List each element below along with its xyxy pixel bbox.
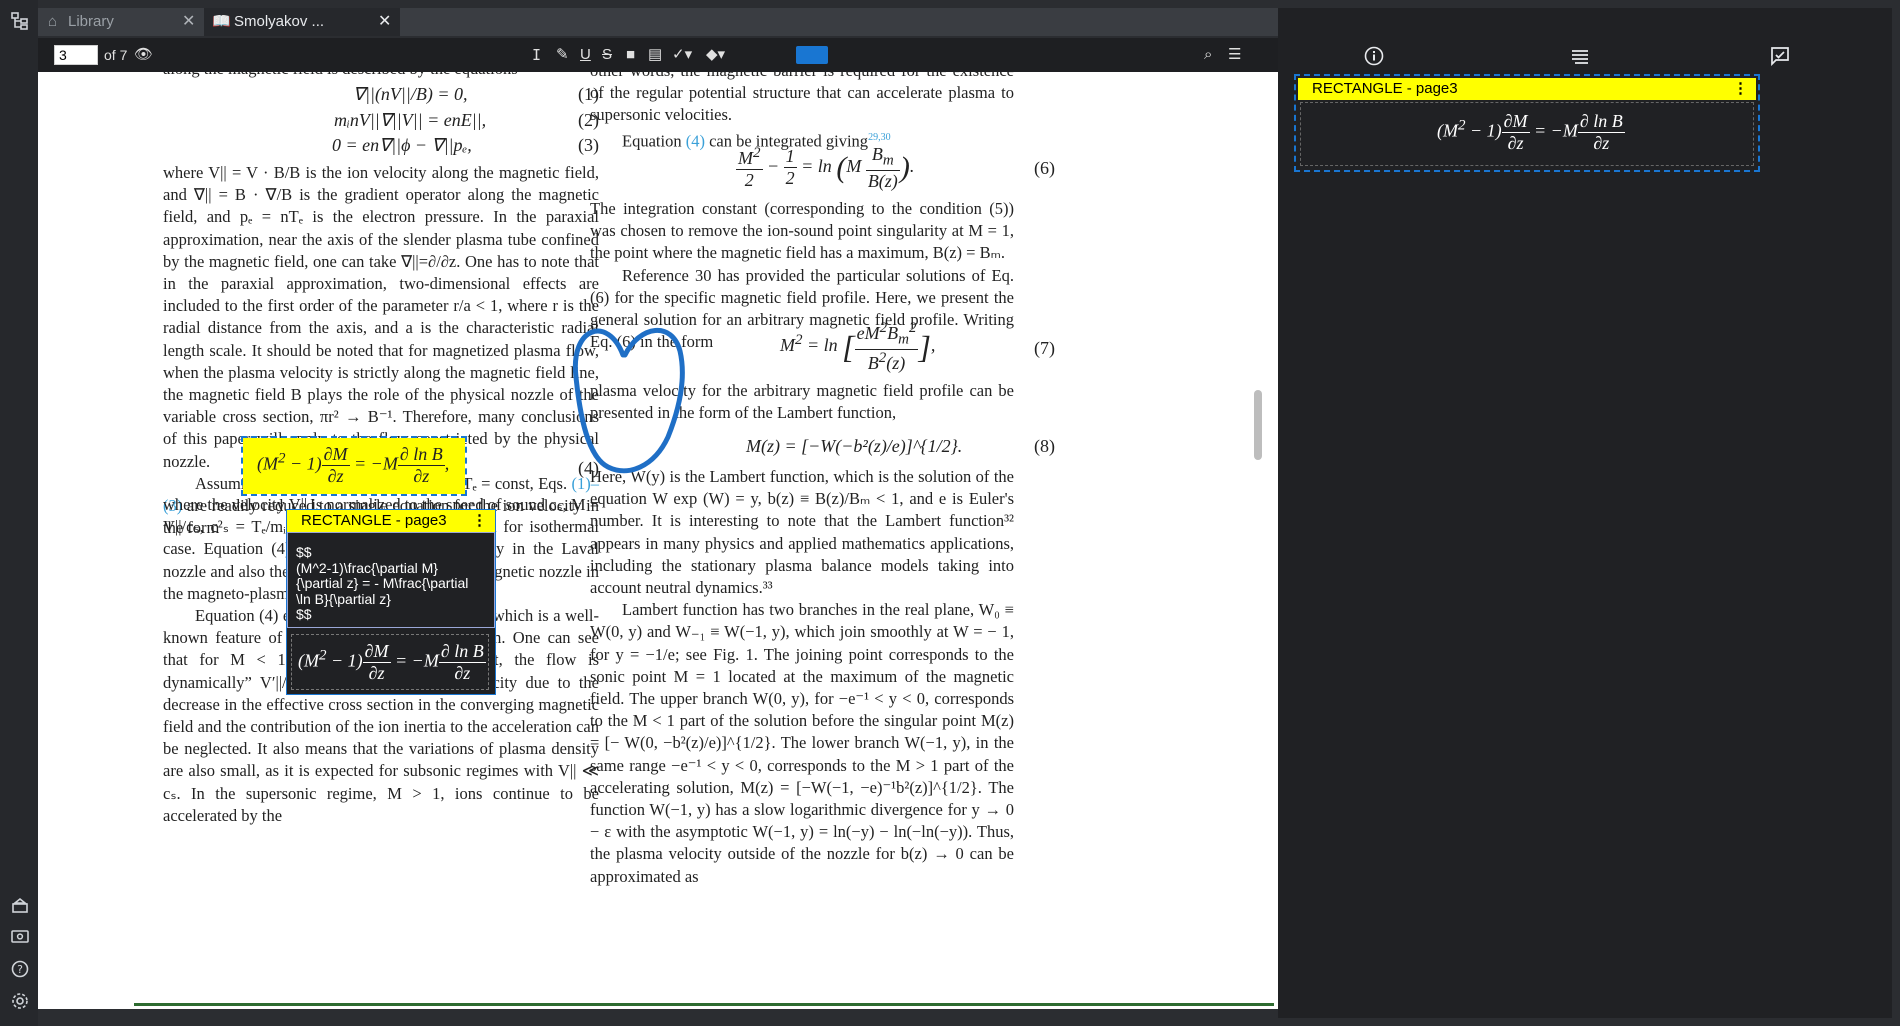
settings-icon[interactable] xyxy=(11,992,29,1010)
annotation-title: RECTANGLE - page3 xyxy=(301,512,447,529)
annotation-card-title: RECTANGLE - page3 xyxy=(1312,80,1458,97)
more-vert-icon[interactable]: ⋮ xyxy=(472,513,487,529)
paragraph-text: other words, the magnetic barrier is req… xyxy=(590,72,1014,125)
help-icon[interactable]: ? xyxy=(11,960,29,978)
comment-icon[interactable] xyxy=(1770,46,1790,70)
annotation-popup[interactable]: RECTANGLE - page3 ⋮ $$ (M^2-1)\frac{\par… xyxy=(286,509,496,695)
annotation-card-body: (M2 − 1) ∂M ∂z = −M ∂ ln B ∂z xyxy=(1300,102,1754,166)
equation-2: mᵢnV||∇||V|| = enE||, xyxy=(334,110,487,130)
latex-line: \ln B}{\partial z} xyxy=(296,590,391,607)
close-icon[interactable]: ✕ xyxy=(182,8,195,36)
rendered-equation: (M2 − 1) ∂M ∂z = −M ∂ ln B ∂z xyxy=(298,641,486,683)
latex-preview: (M2 − 1) ∂M ∂z = −M ∂ ln B ∂z xyxy=(291,634,489,690)
list-icon[interactable]: ☰ xyxy=(1228,46,1241,64)
latex-line: (M^2-1)\frac{\partial M} xyxy=(296,559,438,576)
paragraph-text: The integration constant (corresponding … xyxy=(590,199,1014,263)
annotation-card-header[interactable]: RECTANGLE - page3 ⋮ xyxy=(1298,78,1756,100)
equation-1: ∇||(nV||/B) = 0, xyxy=(353,84,468,104)
note-icon[interactable]: ▤ xyxy=(648,46,662,64)
latex-line: $$ xyxy=(296,544,312,560)
rectangle-icon[interactable]: ■ xyxy=(626,46,635,64)
svg-text:?: ? xyxy=(17,963,23,976)
equation-number: (8) xyxy=(1034,436,1055,456)
display-icon[interactable] xyxy=(11,928,29,946)
toolbar: of 7 👁 I ✎ U S ■ ▤ ✓▾ ◆▾ ⌕ ☰ xyxy=(38,38,1278,72)
equation-number: (6) xyxy=(1034,158,1055,178)
citation-link[interactable]: 29,30 xyxy=(868,132,891,143)
underline-icon[interactable]: U xyxy=(580,46,591,64)
scrollbar[interactable] xyxy=(1254,390,1262,460)
rendered-equation: (M2 − 1) ∂M ∂z = −M ∂ ln B ∂z xyxy=(1437,111,1625,153)
search-icon[interactable]: ⌕ xyxy=(1204,46,1212,64)
pen-icon[interactable]: ✎ xyxy=(556,46,569,64)
eraser-icon[interactable]: ◆▾ xyxy=(706,46,725,64)
outline-icon[interactable] xyxy=(1570,46,1590,70)
color-picker-button[interactable] xyxy=(796,46,828,64)
eye-icon[interactable]: 👁 xyxy=(134,46,153,64)
paragraph-text: where V|| = V · B/B is the ion velocity … xyxy=(163,163,599,471)
equation-3: 0 = en∇||ϕ − ∇||pₑ, xyxy=(332,135,472,155)
book-icon: 📖 xyxy=(212,13,231,30)
paragraph-text: Lambert function has two branches in the… xyxy=(590,600,1014,886)
tab-label: Smolyakov ... xyxy=(234,13,325,30)
equation-4: (M2 − 1) ∂M ∂z = −M ∂ ln B ∂z, xyxy=(257,444,450,486)
progress-bar xyxy=(134,1003,1274,1006)
paragraph: Here, W(y) is the Lambert function, whic… xyxy=(590,466,1014,888)
sidebar-tree-icon[interactable] xyxy=(11,12,29,30)
close-icon[interactable]: ✕ xyxy=(378,8,391,36)
tab-library[interactable]: ⌂ Library ✕ xyxy=(38,8,204,36)
home-icon: ⌂ xyxy=(48,13,58,30)
ink-drawing[interactable] xyxy=(568,317,708,482)
info-icon[interactable] xyxy=(1364,46,1384,70)
more-vert-icon[interactable]: ⋮ xyxy=(1733,81,1748,97)
check-icon[interactable]: ✓▾ xyxy=(672,46,692,64)
tab-bar: ⌂ Library ✕ 📖 Smolyakov ... ✕ xyxy=(38,8,1278,36)
gift-icon[interactable] xyxy=(11,896,29,914)
equation-7: M2 = ln [eM2Bm2 B2(z)], xyxy=(780,320,936,373)
tab-label: Library xyxy=(68,13,114,30)
tab-document[interactable]: 📖 Smolyakov ... ✕ xyxy=(204,8,400,36)
text-run: Equation xyxy=(622,131,686,151)
highlight-rectangle[interactable]: (M2 − 1) ∂M ∂z = −M ∂ ln B ∂z, xyxy=(241,436,467,496)
left-rail: ? xyxy=(0,0,38,1026)
annotations-panel: RECTANGLE - page3 ⋮ (M2 − 1) ∂M ∂z = −M ∂ l… xyxy=(1278,8,1892,1018)
page-total: of 7 xyxy=(104,47,128,63)
latex-line: {\partial z} = - M\frac{\partial xyxy=(296,575,469,591)
annotation-card[interactable]: RECTANGLE - page3 ⋮ (M2 − 1) ∂M ∂z = −M ∂ l… xyxy=(1294,74,1760,172)
equation-number: (7) xyxy=(1034,338,1055,358)
equation-8: M(z) = [−W(−b²(z)/e)]^{1/2}. xyxy=(746,436,963,456)
equation-6: M2 2 − 12 = ln (M Bm B(z)). xyxy=(736,144,915,191)
paragraph: other words, the magnetic barrier is req… xyxy=(590,72,1014,152)
page-number-input[interactable] xyxy=(54,45,98,65)
latex-line: $$ xyxy=(296,606,312,622)
equation-link[interactable]: (4) xyxy=(686,131,705,150)
strikethrough-icon[interactable]: S xyxy=(602,46,612,64)
document-viewer[interactable]: along the magnetic field is described by… xyxy=(38,72,1278,1009)
text-line: along the magnetic field is described by… xyxy=(163,72,599,80)
latex-editor[interactable]: $$ (M^2-1)\frac{\partial M} {\partial z}… xyxy=(287,532,495,628)
annotation-title-bar[interactable]: RECTANGLE - page3 ⋮ xyxy=(287,510,495,532)
paragraph-text: Here, W(y) is the Lambert function, whic… xyxy=(590,467,1014,598)
text-cursor-icon[interactable]: I xyxy=(532,46,541,64)
